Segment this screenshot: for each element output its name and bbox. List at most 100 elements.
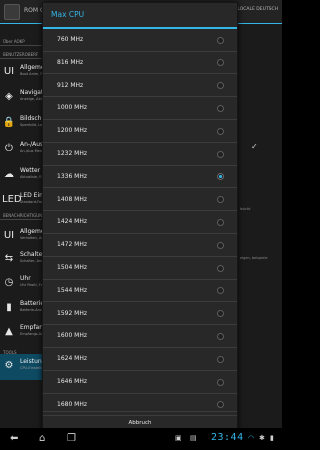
dialog-title-bar: Max CPU: [43, 3, 237, 29]
settings-item-title: An-/Aus: [20, 141, 44, 148]
frequency-option[interactable]: 1544 MHz: [43, 280, 237, 303]
section-header: Über AOKP: [0, 37, 46, 46]
settings-item-title: Wetter: [20, 167, 41, 174]
radio-icon[interactable]: [217, 332, 224, 340]
frequency-label: 1624 MHz: [57, 355, 88, 363]
radio-icon[interactable]: [217, 127, 224, 135]
settings-item-title: Uhr: [20, 275, 31, 282]
locale-label[interactable]: LOCALE DEUTSCH: [237, 7, 278, 12]
settings-item[interactable]: 🔒BildschiSperrbild, Layout: [0, 111, 46, 137]
frequency-label: 1592 MHz: [57, 309, 88, 317]
settings-item[interactable]: ⚙LeistungCPU-Einstellungen, Takt: [0, 354, 46, 380]
bluetooth-icon: ✱: [259, 434, 265, 442]
back-icon[interactable]: ⬅: [10, 432, 18, 446]
frequency-label: 1600 MHz: [57, 332, 88, 340]
settings-item[interactable]: ⇆SchalteSchalter, Anordnung: [0, 247, 46, 273]
radio-icon[interactable]: [217, 150, 224, 158]
settings-item[interactable]: ▲EmpfanEmpfangs-Anzeige: [0, 320, 46, 346]
settings-item[interactable]: ▮BatterieBatterie-Anzeige, Modus: [0, 296, 46, 322]
frequency-label: 1472 MHz: [57, 241, 88, 249]
frequency-option[interactable]: 1336 MHz: [43, 166, 237, 189]
frequency-label: 1336 MHz: [57, 172, 88, 180]
background-fragment: bsicht: [240, 207, 251, 211]
max-cpu-dialog: Max CPU 760 MHz 816 MHz 912 MHz 1000 MHz 120…: [42, 2, 238, 432]
settings-item-title: Allgeme: [20, 228, 45, 235]
settings-item-title: Schalte: [20, 251, 43, 258]
radio-icon[interactable]: [217, 59, 224, 67]
radio-icon[interactable]: [217, 378, 224, 386]
background-fragment: eigen, beispiele: [240, 256, 268, 260]
settings-item-title: LED Ein: [20, 192, 43, 199]
radio-icon[interactable]: [217, 36, 224, 44]
settings-item[interactable]: LEDLED EinStandard-Farbe, Android: [0, 188, 46, 214]
frequency-option[interactable]: 1408 MHz: [43, 189, 237, 212]
frequency-label: 1504 MHz: [57, 264, 88, 271]
notification-icon[interactable]: ▤: [190, 434, 197, 442]
radio-icon[interactable]: [217, 287, 224, 295]
frequency-label: 816 MHz: [57, 58, 84, 66]
frequency-label: 912 MHz: [57, 81, 84, 89]
toggle-icon: ⇆: [4, 253, 14, 264]
battery-icon: ▮: [6, 302, 12, 313]
signal-icon: ▲: [5, 326, 13, 337]
radio-icon[interactable]: [217, 241, 224, 249]
frequency-label: 760 MHz: [57, 36, 84, 43]
frequency-label: 1680 MHz: [57, 400, 88, 408]
radio-icon[interactable]: [217, 82, 224, 90]
section-header: BENUTZEROBERF: [0, 50, 46, 59]
settings-item[interactable]: ◷UhrUhr Positi, Format: [0, 271, 46, 297]
checkmark-icon[interactable]: ✓: [251, 142, 258, 151]
notification-ui-icon: UI: [3, 230, 15, 241]
radio-icon[interactable]: [217, 218, 224, 226]
frequency-option[interactable]: 1424 MHz: [43, 211, 237, 235]
navigation-icon: ◈: [5, 91, 13, 102]
frequency-option[interactable]: 1592 MHz: [43, 303, 237, 326]
radio-icon[interactable]: [217, 310, 224, 318]
frequency-label: 1544 MHz: [57, 286, 88, 294]
recent-apps-icon[interactable]: ❐: [67, 432, 76, 446]
battery-status-icon: ▮: [270, 434, 274, 442]
radio-icon[interactable]: [217, 355, 224, 363]
frequency-option[interactable]: 912 MHz: [43, 75, 237, 98]
settings-item[interactable]: ⏻An-/AusAn-/Aus Menü, Einstellungen: [0, 137, 46, 163]
home-icon[interactable]: ⌂: [39, 432, 45, 446]
settings-item[interactable]: ◈ Navigat Anzeige, Aktion: [0, 85, 46, 111]
clock-icon: ◷: [4, 277, 14, 288]
frequency-option[interactable]: 1000 MHz: [43, 97, 237, 121]
wifi-icon: ◠: [248, 434, 255, 442]
performance-icon: ⚙: [4, 360, 14, 371]
settings-item-title: Bildschi: [20, 115, 44, 122]
settings-item-title: Batterie: [20, 300, 45, 307]
system-navigation-bar: ⬅ ⌂ ❐ ▣ ▤ 23:44 ◠ ✱ ▮: [0, 428, 282, 450]
settings-item[interactable]: UIAllgemeBoot Anim, Farbeinste: [0, 60, 46, 86]
dialog-title: Max CPU: [51, 10, 85, 19]
frequency-option[interactable]: 816 MHz: [43, 52, 237, 75]
weather-icon: ☁: [4, 169, 14, 180]
frequency-label: 1232 MHz: [57, 150, 88, 157]
clock[interactable]: 23:44: [211, 432, 244, 443]
frequency-label: 1000 MHz: [57, 104, 88, 112]
frequency-option[interactable]: 1600 MHz: [43, 325, 237, 349]
radio-selected-icon[interactable]: [217, 173, 224, 181]
frequency-option[interactable]: 1646 MHz: [43, 371, 237, 394]
ui-icon: UI: [3, 66, 15, 77]
radio-icon[interactable]: [217, 104, 224, 112]
frequency-option[interactable]: 1200 MHz: [43, 120, 237, 143]
frequency-option[interactable]: 1472 MHz: [43, 234, 237, 257]
radio-icon[interactable]: [217, 401, 224, 409]
frequency-option[interactable]: 760 MHz: [43, 29, 237, 52]
lockscreen-icon: 🔒: [2, 117, 16, 128]
settings-item[interactable]: ☁WetterAktualisie, Eigene Stadt: [0, 163, 46, 189]
notification-icon[interactable]: ▣: [175, 434, 182, 442]
frequency-option[interactable]: 1624 MHz: [43, 348, 237, 371]
frequency-label: 1646 MHz: [57, 378, 88, 385]
frequency-option[interactable]: 1504 MHz: [43, 257, 237, 280]
frequency-label: 1408 MHz: [57, 195, 88, 203]
settings-item-title: Allgeme: [20, 64, 45, 71]
radio-icon[interactable]: [217, 196, 224, 204]
radio-icon[interactable]: [217, 264, 224, 272]
settings-item-title: Navigat: [20, 89, 44, 96]
frequency-option[interactable]: 1232 MHz: [43, 143, 237, 166]
power-icon: ⏻: [5, 143, 13, 154]
frequency-label: 1424 MHz: [57, 218, 88, 226]
